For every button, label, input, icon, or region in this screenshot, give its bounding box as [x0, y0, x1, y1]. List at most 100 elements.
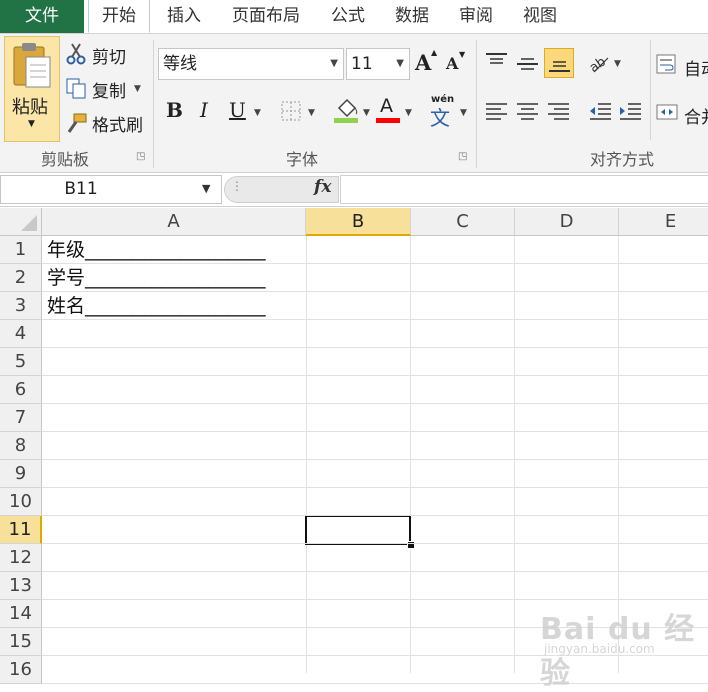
baidu-watermark: Bai du 经验 jingyan.baidu.com — [540, 598, 708, 691]
formula-bar: B11 ▼ ⋮ fx — [0, 173, 708, 207]
column-header-d[interactable]: D — [515, 208, 619, 236]
tab-home[interactable]: 开始 — [88, 0, 150, 33]
row-header-6[interactable]: 6 — [0, 376, 42, 404]
align-bottom-icon — [549, 61, 570, 72]
font-name-select[interactable]: 等线 ▼ — [158, 48, 344, 80]
tab-formulas[interactable]: 公式 — [326, 0, 370, 33]
clipboard-paste-icon — [13, 43, 51, 88]
column-header-c[interactable]: C — [411, 208, 515, 236]
more-dots-icon[interactable]: ⋮ — [231, 179, 243, 193]
align-center-icon[interactable] — [516, 102, 540, 122]
decrease-indent-icon[interactable] — [589, 102, 613, 122]
fill-color-button[interactable]: ▼ — [334, 96, 374, 126]
gridline — [42, 375, 708, 376]
chevron-down-icon: ▼ — [308, 108, 315, 118]
bold-icon: B — [166, 98, 183, 122]
grow-font-button[interactable]: A ▲ — [414, 48, 438, 78]
row-header-10[interactable]: 10 — [0, 488, 42, 516]
caret-down-icon: ▼ — [459, 50, 466, 59]
font-color-button[interactable]: A ▼ — [376, 95, 416, 126]
chevron-down-icon[interactable]: ▼ — [202, 182, 210, 195]
gridline — [42, 291, 708, 292]
align-bottom-button[interactable] — [544, 48, 574, 78]
ribbon-divider — [153, 40, 154, 168]
merge-center-button[interactable]: 合并 — [656, 100, 708, 128]
gridline — [42, 515, 708, 516]
svg-text:ab: ab — [587, 54, 609, 76]
align-left-icon[interactable] — [485, 102, 509, 122]
orientation-button[interactable]: ab ▼ — [586, 50, 626, 78]
increase-indent-icon[interactable] — [619, 102, 643, 122]
align-middle-icon[interactable] — [516, 54, 540, 74]
cut-button[interactable]: 剪切 — [66, 42, 146, 68]
font-color-swatch — [376, 118, 400, 123]
paint-bucket-icon — [334, 98, 358, 123]
row-header-13[interactable]: 13 — [0, 572, 42, 600]
chevron-down-icon: ▼ — [330, 58, 338, 69]
dialog-launcher-icon[interactable]: ◳ — [458, 151, 467, 162]
bold-button[interactable]: B — [162, 96, 188, 126]
tab-insert[interactable]: 插入 — [160, 0, 208, 33]
ribbon-divider — [476, 40, 477, 168]
copy-label: 复制 — [92, 82, 126, 102]
tab-review[interactable]: 审阅 — [454, 0, 498, 33]
chevron-down-icon: ▼ — [134, 84, 141, 94]
row-header-9[interactable]: 9 — [0, 460, 42, 488]
chevron-down-icon: ▼ — [460, 108, 467, 118]
row-header-15[interactable]: 15 — [0, 628, 42, 656]
row-header-4[interactable]: 4 — [0, 320, 42, 348]
wrap-text-button[interactable]: 自动 — [656, 52, 708, 80]
tab-page-layout[interactable]: 页面布局 — [224, 0, 308, 33]
font-name-value: 等线 — [163, 54, 197, 74]
active-cell-b11[interactable] — [305, 515, 411, 545]
format-painter-button[interactable]: 格式刷 — [66, 110, 150, 136]
name-box[interactable]: B11 — [0, 175, 222, 204]
watermark-url: jingyan.baidu.com — [544, 642, 655, 656]
tab-file[interactable]: 文件 — [0, 0, 84, 33]
column-header-a[interactable]: A — [42, 208, 306, 236]
chevron-down-icon: ▼ — [405, 108, 412, 118]
paste-button[interactable]: 粘贴 ▼ — [4, 36, 60, 142]
dialog-launcher-icon[interactable]: ◳ — [136, 151, 145, 162]
cell-a1[interactable]: 年级___________________ — [47, 236, 266, 264]
font-size-select[interactable]: 11 ▼ — [346, 48, 410, 80]
borders-button[interactable]: ▼ — [280, 98, 320, 126]
underline-button[interactable]: U ▼ — [226, 96, 266, 126]
align-right-icon[interactable] — [547, 102, 571, 122]
tab-data[interactable]: 数据 — [390, 0, 434, 33]
chevron-down-icon: ▼ — [28, 119, 35, 129]
shrink-font-button[interactable]: A ▼ — [444, 50, 468, 78]
row-header-12[interactable]: 12 — [0, 544, 42, 572]
phonetic-guide-button[interactable]: wén 文 ▼ — [428, 94, 472, 130]
ribbon-tab-bar: 文件 开始 插入 页面布局 公式 数据 审阅 视图 — [0, 0, 708, 34]
align-top-icon[interactable] — [485, 52, 509, 72]
column-header-b[interactable]: B — [306, 208, 411, 236]
row-header-1[interactable]: 1 — [0, 236, 42, 264]
gridline — [42, 319, 708, 320]
column-header-e[interactable]: E — [619, 208, 708, 236]
row-header-16[interactable]: 16 — [0, 656, 42, 684]
shrink-font-icon: A — [446, 54, 459, 73]
paste-label: 粘贴 — [12, 97, 48, 118]
cell-a3[interactable]: 姓名___________________ — [47, 292, 266, 320]
copy-button[interactable]: 复制 ▼ — [66, 76, 146, 102]
formula-input[interactable] — [340, 175, 708, 204]
phonetic-guide-icon: 文 — [430, 106, 450, 130]
row-header-2[interactable]: 2 — [0, 264, 42, 292]
italic-button[interactable]: I — [194, 96, 218, 126]
tab-view[interactable]: 视图 — [518, 0, 562, 33]
row-header-14[interactable]: 14 — [0, 600, 42, 628]
row-header-3[interactable]: 3 — [0, 292, 42, 320]
ribbon-divider — [650, 40, 651, 140]
insert-function-icon[interactable]: fx — [314, 177, 331, 197]
italic-icon: I — [200, 98, 208, 122]
underline-icon: U — [229, 98, 246, 122]
row-header-8[interactable]: 8 — [0, 432, 42, 460]
copy-icon — [66, 78, 86, 99]
row-header-7[interactable]: 7 — [0, 404, 42, 432]
row-header-11[interactable]: 11 — [0, 516, 42, 544]
row-header-5[interactable]: 5 — [0, 348, 42, 376]
select-all-button[interactable] — [0, 208, 42, 236]
cell-a2[interactable]: 学号___________________ — [47, 264, 266, 292]
gridline — [42, 347, 708, 348]
